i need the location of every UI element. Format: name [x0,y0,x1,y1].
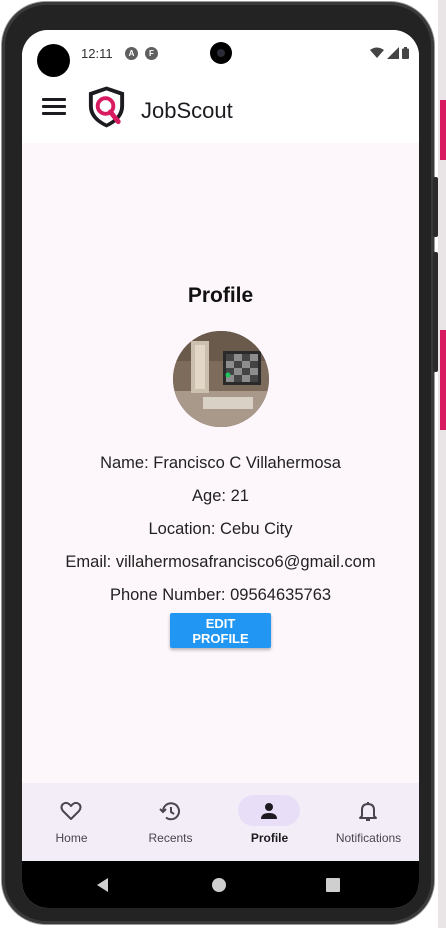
camera-cutout [37,44,70,77]
nav-label-profile: Profile [250,831,289,845]
app-title: JobScout [141,98,233,123]
profile-content: Profile Name: Francisco C Villahermosa A… [22,143,419,783]
back-icon[interactable] [96,878,110,892]
profile-location: Location: Cebu City [148,520,293,538]
nav-item-home[interactable]: Home [22,783,121,861]
nav-item-notifications[interactable]: Notifications [319,783,418,861]
overview-square-icon[interactable] [326,878,340,892]
notification-f-icon: F [145,47,158,60]
edit-profile-button[interactable]: EDIT PROFILE [170,613,271,648]
hamburger-menu-icon[interactable] [42,98,66,118]
jobscout-logo-icon [88,86,125,128]
history-icon [159,802,180,821]
nav-label-recents: Recents [148,831,193,845]
profile-age: Age: 21 [192,487,249,505]
notification-a-icon: A [125,47,138,60]
person-icon [261,803,277,819]
bell-icon [359,802,377,821]
nav-label-notifications: Notifications [335,831,402,845]
nav-item-recents[interactable]: Recents [121,783,220,861]
heart-icon [60,801,82,820]
home-circle-icon[interactable] [212,878,226,892]
battery-icon [402,47,409,59]
profile-avatar [173,331,269,427]
page-title: Profile [187,284,254,307]
background-edge-strip [440,100,446,160]
volume-button [433,177,438,237]
front-camera [210,42,232,64]
system-status-icons [370,47,409,59]
status-time: 12:11 [81,46,113,61]
bottom-navigation: Home Recents Profile Notifications [22,783,419,861]
phone-screen: 12:11 A F JobScout Profile Name: Francis… [22,30,419,908]
system-navigation-bar [22,861,419,908]
status-bar: 12:11 A F [22,30,419,78]
background-edge-strip [440,330,446,430]
nav-item-profile[interactable]: Profile [220,783,319,861]
nav-label-home: Home [55,831,88,845]
wifi-icon [370,47,384,58]
signal-icon [387,47,399,59]
profile-phone: Phone Number: 09564635763 [109,586,332,604]
profile-email: Email: villahermosafrancisco6@gmail.com [65,553,376,571]
profile-name: Name: Francisco C Villahermosa [100,454,341,472]
avatar-photo [173,331,269,427]
app-bar: JobScout [22,78,419,143]
phone-frame: 12:11 A F JobScout Profile Name: Francis… [2,2,438,924]
power-button [433,252,438,372]
